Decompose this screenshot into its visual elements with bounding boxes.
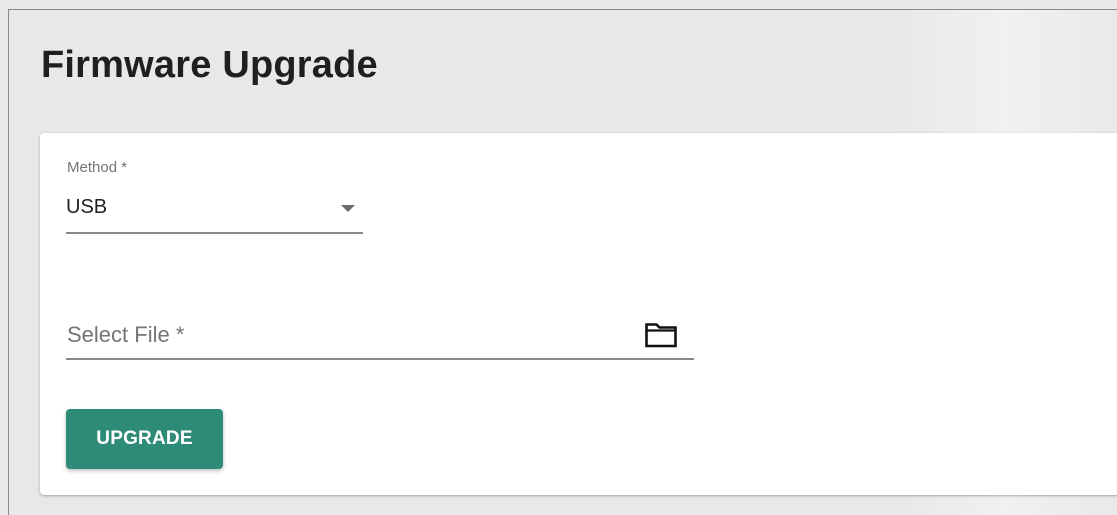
- select-file-underline: [66, 358, 694, 360]
- firmware-upgrade-card: Method * USB UPGRADE: [40, 133, 1117, 495]
- method-underline: [66, 232, 363, 234]
- method-selected-value[interactable]: USB: [66, 196, 107, 219]
- select-file-field: [66, 313, 694, 361]
- method-label: Method *: [67, 159, 128, 176]
- upgrade-button[interactable]: UPGRADE: [66, 409, 223, 469]
- page-frame: Firmware Upgrade Method * USB UPGRADE: [8, 9, 1117, 515]
- method-select[interactable]: Method * USB: [66, 159, 363, 235]
- page-title: Firmware Upgrade: [41, 44, 378, 86]
- select-file-input[interactable]: [66, 313, 637, 357]
- dropdown-arrow-icon[interactable]: [341, 205, 355, 212]
- folder-icon[interactable]: [644, 321, 678, 349]
